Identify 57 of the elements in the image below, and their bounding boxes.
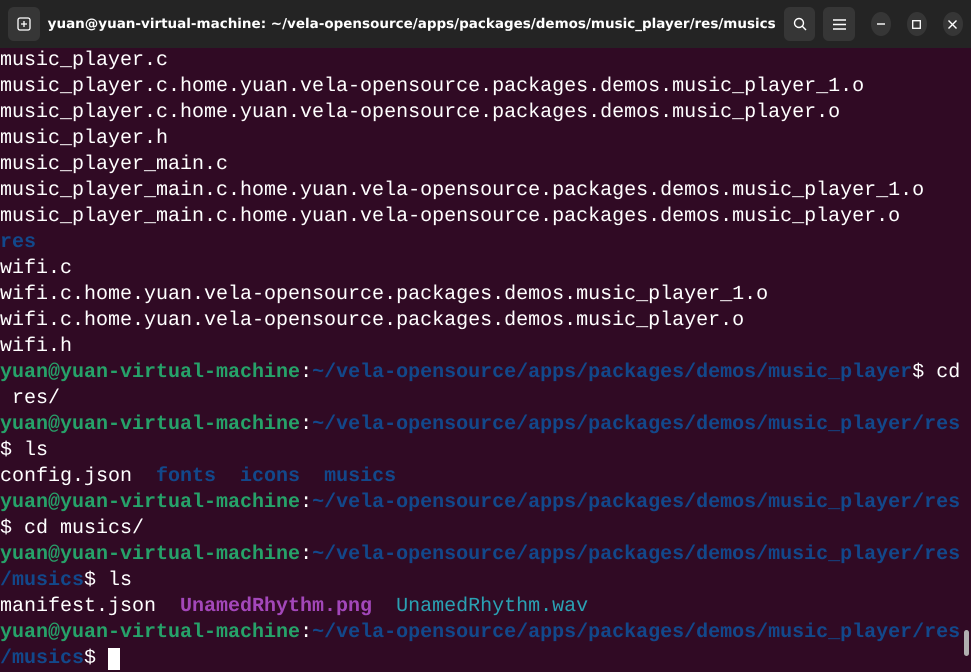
- close-button[interactable]: [942, 12, 963, 36]
- audio-file-name: UnamedRhythm.wav: [396, 594, 588, 620]
- close-icon: [948, 20, 958, 28]
- command-text: $ cd: [912, 360, 960, 386]
- prompt-path: ~/vela-opensource/apps/packages/demos/music_player/res: [312, 620, 960, 646]
- prompt-path: ~/vela-opensource/apps/packages/demos/music_player/res: [312, 490, 960, 516]
- file-name: manifest.json: [0, 594, 156, 620]
- command-text: $ cd musics/: [0, 516, 144, 542]
- new-tab-icon: [16, 17, 31, 31]
- prompt-user: yuan@yuan-virtual-machine: [0, 412, 300, 438]
- directory-name: fonts: [156, 464, 216, 490]
- command-text: $: [84, 646, 96, 672]
- command-text: :: [300, 620, 312, 646]
- file-name: wifi.c.home.yuan.vela-opensource.packages.demos.music_player.o: [0, 308, 744, 334]
- command-text: :: [300, 490, 312, 516]
- file-name: music_player_main.c: [0, 152, 228, 178]
- image-file-name: UnamedRhythm.png: [180, 594, 372, 620]
- search-icon: [792, 17, 806, 31]
- maximize-button[interactable]: [906, 12, 927, 36]
- prompt-path: ~/vela-opensource/apps/packages/demos/music_player/res: [312, 412, 960, 438]
- directory-name: musics: [324, 464, 396, 490]
- minimize-icon: [876, 23, 885, 25]
- maximize-icon: [912, 20, 922, 28]
- file-name: music_player.c.home.yuan.vela-opensource.packages.demos.music_player.o: [0, 100, 840, 126]
- new-tab-button[interactable]: [8, 7, 40, 41]
- scrollbar-thumb[interactable]: [964, 630, 969, 656]
- file-name: music_player.c.home.yuan.vela-opensource.packages.demos.music_player_1.o: [0, 74, 864, 100]
- prompt-user: yuan@yuan-virtual-machine: [0, 360, 300, 386]
- menu-button[interactable]: [823, 7, 855, 41]
- file-name: music_player_main.c.home.yuan.vela-opensource.packages.demos.music_player.o: [0, 204, 900, 230]
- prompt-path: ~/vela-opensource/apps/packages/demos/music_player: [312, 360, 912, 386]
- command-text: res/: [11, 386, 60, 412]
- window-title: yuan@yuan-virtual-machine: ~/vela-opensource/apps/packages/demos/music_player/res/musics: [48, 16, 776, 32]
- command-text: $ ls: [0, 438, 48, 464]
- command-text: :: [300, 542, 312, 568]
- file-name: wifi.c: [0, 256, 72, 282]
- file-name: music_player.c: [0, 48, 168, 74]
- minimize-button[interactable]: [870, 12, 891, 36]
- text-cursor: [108, 648, 120, 670]
- prompt-user: yuan@yuan-virtual-machine: [0, 490, 300, 516]
- directory-name: icons: [240, 464, 300, 490]
- menu-icon: [832, 18, 846, 30]
- directory-name: res: [0, 230, 36, 256]
- file-name: music_player_main.c.home.yuan.vela-opensource.packages.demos.music_player_1.o: [0, 178, 924, 204]
- search-button[interactable]: [784, 7, 816, 41]
- file-name: wifi.h: [0, 334, 72, 360]
- command-text: :: [300, 360, 312, 386]
- file-name: config.json: [0, 464, 132, 490]
- prompt-user: yuan@yuan-virtual-machine: [0, 542, 300, 568]
- prompt-path: /musics: [0, 646, 84, 672]
- file-name: wifi.c.home.yuan.vela-opensource.packages.demos.music_player_1.o: [0, 282, 768, 308]
- command-text: :: [300, 412, 312, 438]
- file-name: music_player.h: [0, 126, 168, 152]
- command-text: $ ls: [84, 568, 132, 594]
- prompt-path: ~/vela-opensource/apps/packages/demos/music_player/res: [312, 542, 960, 568]
- prompt-path: /musics: [0, 568, 84, 594]
- prompt-user: yuan@yuan-virtual-machine: [0, 620, 300, 646]
